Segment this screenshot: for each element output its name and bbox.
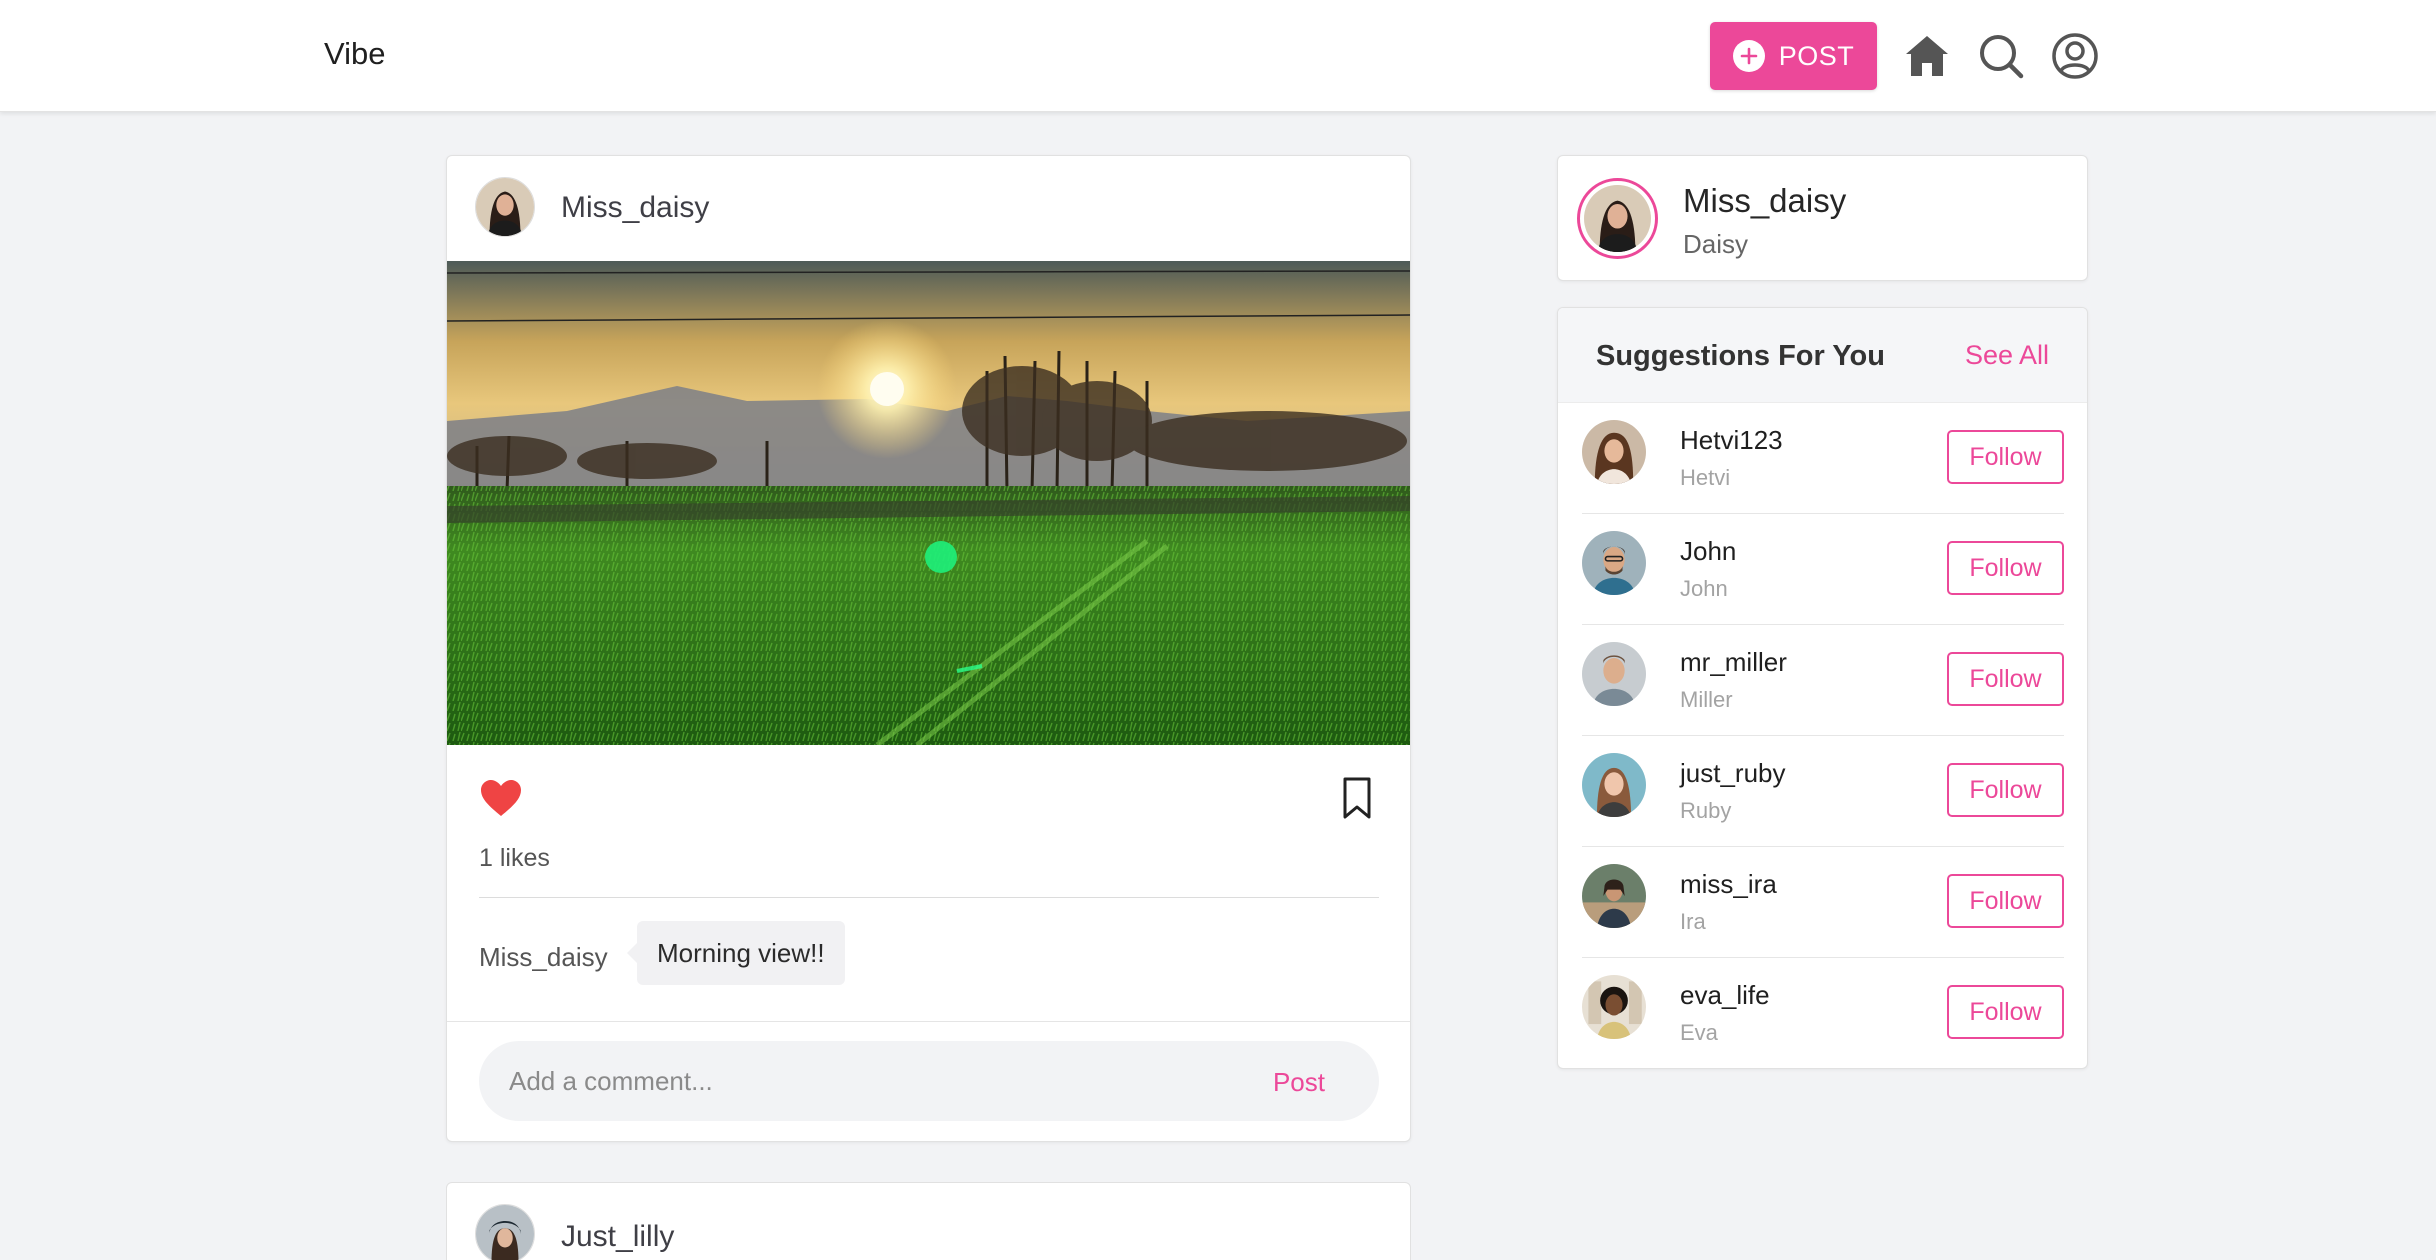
post-image[interactable]: [447, 261, 1411, 745]
likes-count: 1 likes: [479, 844, 550, 872]
follow-button[interactable]: Follow: [1947, 874, 2064, 928]
bookmark-icon[interactable]: [1337, 776, 1377, 820]
suggestion-username[interactable]: miss_ira: [1680, 869, 1777, 900]
suggestion-name: Ira: [1680, 909, 1706, 934]
suggestions-title: Suggestions For You: [1596, 340, 1885, 372]
suggestion-avatar[interactable]: [1582, 753, 1646, 817]
post-author-avatar[interactable]: [475, 177, 535, 237]
see-all-link[interactable]: See All: [1965, 340, 2049, 371]
suggestion-avatar[interactable]: [1582, 864, 1646, 928]
suggestion-avatar[interactable]: [1582, 642, 1646, 706]
suggestions-list: Hetvi123 Hetvi Follow John John Follow m…: [1582, 403, 2064, 1068]
create-post-label: POST: [1778, 40, 1855, 71]
post-author-username[interactable]: Miss_daisy: [561, 191, 709, 225]
suggestion-name: Eva: [1680, 1020, 1718, 1045]
suggestion-username[interactable]: just_ruby: [1680, 758, 1786, 789]
suggestion-avatar[interactable]: [1582, 420, 1646, 484]
suggestion-item: eva_life Eva Follow: [1582, 958, 2064, 1068]
search-icon[interactable]: [1977, 32, 2025, 80]
suggestion-item: John John Follow: [1582, 514, 2064, 625]
comment-input[interactable]: [509, 1041, 1209, 1121]
follow-button[interactable]: Follow: [1947, 541, 2064, 595]
suggestion-avatar[interactable]: [1582, 975, 1646, 1039]
suggestion-username[interactable]: John: [1680, 536, 1736, 567]
suggestion-name: Ruby: [1680, 798, 1732, 823]
suggestion-username[interactable]: mr_miller: [1680, 647, 1787, 678]
post-author-avatar[interactable]: [475, 1204, 535, 1260]
caption-username[interactable]: Miss_daisy: [479, 942, 608, 973]
post-card: Miss_daisy 1 likes Miss_daisy Morning vi…: [446, 155, 1411, 1142]
brand-logo[interactable]: Vibe: [324, 36, 386, 72]
divider: [447, 1021, 1410, 1022]
suggestions-panel: Suggestions For You See All Hetvi123 Het…: [1557, 307, 2088, 1069]
current-user-username[interactable]: Miss_daisy: [1683, 182, 1846, 220]
current-user-avatar-ring[interactable]: [1577, 178, 1658, 259]
home-icon[interactable]: [1903, 32, 1951, 80]
post-header: Miss_daisy: [447, 156, 1410, 261]
comment-form: Post: [479, 1041, 1379, 1121]
suggestion-name: Miller: [1680, 687, 1733, 712]
follow-button[interactable]: Follow: [1947, 763, 2064, 817]
follow-button[interactable]: Follow: [1947, 430, 2064, 484]
current-user-card: Miss_daisy Daisy: [1557, 155, 2088, 281]
post-card: Just_lilly: [446, 1182, 1411, 1260]
suggestion-item: miss_ira Ira Follow: [1582, 847, 2064, 958]
suggestion-username[interactable]: Hetvi123: [1680, 425, 1783, 456]
caption-text: Morning view!!: [627, 921, 845, 985]
suggestions-header: Suggestions For You See All: [1558, 308, 2087, 403]
suggestion-item: mr_miller Miller Follow: [1582, 625, 2064, 736]
comment-post-button[interactable]: Post: [1273, 1067, 1325, 1098]
plus-circle-icon: [1732, 40, 1765, 72]
suggestion-item: Hetvi123 Hetvi Follow: [1582, 403, 2064, 514]
current-user-name: Daisy: [1683, 229, 1749, 259]
user-circle-icon[interactable]: [2051, 32, 2099, 80]
suggestion-item: just_ruby Ruby Follow: [1582, 736, 2064, 847]
top-navbar: Vibe POST: [0, 0, 2436, 112]
follow-button[interactable]: Follow: [1947, 985, 2064, 1039]
heart-icon[interactable]: [479, 778, 523, 818]
follow-button[interactable]: Follow: [1947, 652, 2064, 706]
current-user-avatar: [1584, 185, 1651, 252]
divider: [479, 897, 1379, 898]
post-author-username[interactable]: Just_lilly: [561, 1220, 674, 1254]
suggestion-username[interactable]: eva_life: [1680, 980, 1770, 1011]
suggestion-name: Hetvi: [1680, 465, 1731, 490]
suggestion-avatar[interactable]: [1582, 531, 1646, 595]
create-post-button[interactable]: POST: [1710, 22, 1877, 90]
suggestion-name: John: [1680, 576, 1728, 601]
